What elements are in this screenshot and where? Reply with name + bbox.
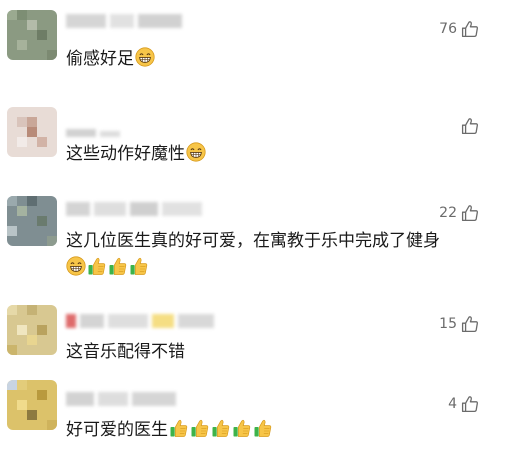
thumbs-up-emoji-icon bbox=[169, 418, 189, 438]
like-count: 4 bbox=[448, 396, 457, 412]
comment-item: 4 好可爱的医生 bbox=[0, 0, 505, 449]
comment-body: 好可爱的医生 bbox=[66, 420, 168, 440]
username-blurred[interactable] bbox=[66, 392, 206, 406]
thumbs-up-outline-icon bbox=[461, 395, 479, 413]
like-button[interactable]: 4 bbox=[448, 394, 479, 414]
thumbs-up-emoji-icon bbox=[190, 418, 210, 438]
thumbs-up-emoji-icon bbox=[211, 418, 231, 438]
comment-text: 好可爱的医生 bbox=[66, 417, 273, 443]
thumbs-up-emoji-icon bbox=[232, 418, 252, 438]
avatar[interactable] bbox=[7, 380, 57, 430]
thumbs-up-emoji-icon bbox=[253, 418, 273, 438]
